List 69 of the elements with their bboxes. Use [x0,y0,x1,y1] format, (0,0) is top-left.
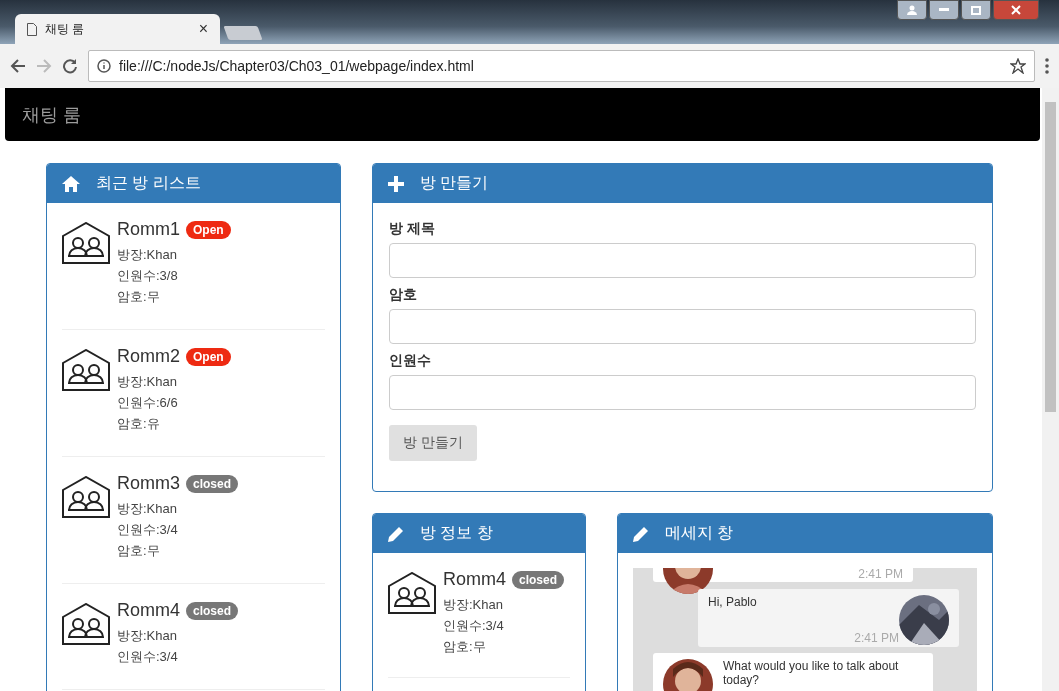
create-room-button[interactable]: 방 만들기 [389,425,477,461]
status-badge: closed [186,601,239,620]
panel-title: 방 만들기 [420,173,489,193]
close-window-button[interactable] [993,0,1039,20]
status-badge: closed [186,474,239,493]
back-icon[interactable] [10,58,26,74]
panel-title: 메세지 창 [665,523,734,543]
info-icon[interactable] [97,59,111,73]
room-icon [62,603,110,645]
pencil-icon [633,525,649,542]
maximize-button[interactable] [961,0,991,20]
room-detail: 방장:Khan [443,596,504,614]
room-detail: 인원수:3/4 [443,617,505,635]
input-field[interactable] [389,243,976,278]
address-bar[interactable]: file:///C:/nodeJs/Chapter03/Ch03_01/webpage/index.html [88,50,1035,82]
plus-icon [388,175,404,192]
reload-icon[interactable] [62,58,78,74]
status-badge: closed [512,570,565,589]
input-field[interactable] [389,375,976,410]
home-icon [62,175,80,192]
room-icon [388,572,436,614]
input-field[interactable] [389,309,976,344]
field-label: 방 제목 [389,220,436,238]
minimize-button[interactable] [929,0,959,20]
room-icon [62,476,110,518]
user-button[interactable] [897,0,927,20]
room-detail: 암호:무 [117,542,161,560]
page-icon [27,22,37,36]
room-name: Romm4 [117,600,180,621]
message-time: 2:41 PM [858,568,903,581]
room-name: Romm1 [117,219,180,240]
room-icon [62,349,110,391]
menu-icon[interactable] [1045,58,1049,74]
message-time: 2:41 PM [854,631,899,645]
browser-tab[interactable]: 채팅 룸 × [15,14,220,44]
room-detail: 인원수:6/6 [117,394,179,412]
scroll-thumb[interactable] [1045,102,1056,412]
status-badge: Open [186,220,231,239]
room-detail: 방장:Khan [117,500,178,518]
room-detail: 방장:Khan [117,373,178,391]
field-label: 인원수 [389,352,432,370]
panel-title: 최근 방 리스트 [96,173,201,193]
room-detail: 인원수:3/4 [117,648,179,666]
star-icon[interactable] [1010,58,1026,74]
user-icon [907,5,917,15]
room-name: Romm3 [117,473,180,494]
brand-title[interactable]: 채팅 룸 [22,102,81,127]
room-name: Romm2 [117,346,180,367]
close-button[interactable]: × [198,20,208,38]
maximize-icon [971,5,981,15]
scrollbar[interactable] [1042,88,1059,691]
message-text: What would you like to talk about today? [723,659,900,689]
pencil-icon [388,525,404,542]
minimize-icon [939,8,949,12]
panel-title: 방 정보 창 [420,523,493,543]
room-detail: 암호:무 [443,638,487,656]
room-detail: 인원수:3/8 [117,267,179,285]
room-detail: 암호:유 [117,415,161,433]
room-detail: 방장:Khan [117,627,178,645]
close-icon [1011,5,1021,15]
new-tab-button[interactable] [223,26,263,40]
room-name: Romm4 [443,569,506,590]
message-text: Hi, Pablo [708,595,757,611]
status-badge: Open [186,347,231,366]
room-icon [62,222,110,264]
field-label: 암호 [389,286,418,304]
room-detail: 방장:Khan [117,246,178,264]
room-detail: 인원수:3/4 [117,521,179,539]
room-detail: 암호:무 [117,288,161,306]
